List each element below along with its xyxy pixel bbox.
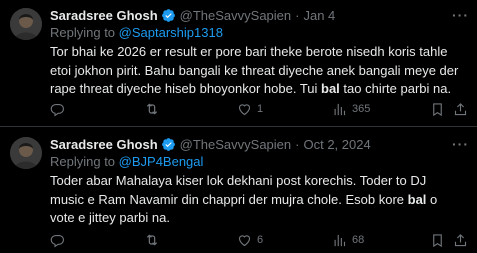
replying-to-label: Replying to xyxy=(50,25,119,40)
tweet-text-part: Toder abar Mahalaya kiser lok dekhani po… xyxy=(50,173,427,207)
heart-icon xyxy=(237,233,252,248)
bookmark-button[interactable] xyxy=(430,232,445,248)
like-button[interactable]: 1 xyxy=(237,101,263,117)
handle[interactable]: @TheSavvySapien xyxy=(180,137,291,152)
verified-badge-icon xyxy=(161,8,176,23)
views-icon xyxy=(332,233,347,248)
retweet-button[interactable] xyxy=(144,101,165,117)
share-icon xyxy=(453,102,468,117)
replying-to-label: Replying to xyxy=(50,154,119,169)
views-button[interactable]: 365 xyxy=(332,101,370,117)
display-name[interactable]: Saradsree Ghosh xyxy=(50,8,158,23)
verified-badge-icon xyxy=(161,137,176,152)
like-button[interactable]: 6 xyxy=(237,232,263,248)
tweet-header: Saradsree Ghosh @TheSavvySapien · Oct 2,… xyxy=(50,135,469,153)
retweet-icon xyxy=(144,101,160,117)
tweet-text-bold: bal xyxy=(407,191,427,207)
tweet[interactable]: Saradsree Ghosh @TheSavvySapien · Jan 4 … xyxy=(0,0,477,126)
bookmark-icon xyxy=(430,102,445,117)
tweet[interactable]: Saradsree Ghosh @TheSavvySapien · Oct 2,… xyxy=(0,126,477,253)
tweet-text: Toder abar Mahalaya kiser lok dekhani po… xyxy=(50,172,463,228)
more-horizontal-icon[interactable]: ··· xyxy=(452,135,469,153)
views-count: 68 xyxy=(352,234,365,246)
display-name[interactable]: Saradsree Ghosh xyxy=(50,137,158,152)
share-button[interactable] xyxy=(453,232,468,248)
reply-icon xyxy=(50,102,65,117)
replying-to: Replying to @Saptarship1318 xyxy=(50,25,467,40)
reply-icon xyxy=(50,233,65,248)
share-icon xyxy=(453,233,468,248)
bookmark-icon xyxy=(430,233,445,248)
tweet-text-part: tao chirte parbi na. xyxy=(339,81,452,96)
timestamp[interactable]: Oct 2, 2024 xyxy=(303,137,370,152)
bookmark-button[interactable] xyxy=(430,101,445,117)
replying-to-link[interactable]: @Saptarship1318 xyxy=(119,25,223,40)
avatar[interactable] xyxy=(10,137,42,169)
reply-button[interactable] xyxy=(50,232,70,248)
separator: · xyxy=(295,7,300,23)
views-icon xyxy=(332,102,347,117)
action-bar: 6 68 xyxy=(50,232,469,248)
retweet-button[interactable] xyxy=(144,232,165,248)
tweet-text-bold: bal xyxy=(321,81,340,96)
like-count: 1 xyxy=(257,103,264,115)
separator: · xyxy=(295,136,300,152)
views-button[interactable]: 68 xyxy=(332,232,364,248)
tweet-text: Tor bhai ke 2026 er result er pore bari … xyxy=(50,43,463,99)
replying-to-link[interactable]: @BJP4Bengal xyxy=(119,154,204,169)
like-count: 6 xyxy=(257,234,264,246)
replying-to: Replying to @BJP4Bengal xyxy=(50,154,467,169)
more-horizontal-icon[interactable]: ··· xyxy=(452,6,469,24)
reply-button[interactable] xyxy=(50,101,70,117)
share-button[interactable] xyxy=(453,101,468,117)
action-bar: 1 365 xyxy=(50,101,469,117)
avatar[interactable] xyxy=(10,8,42,40)
heart-icon xyxy=(237,102,252,117)
retweet-icon xyxy=(144,232,160,248)
handle[interactable]: @TheSavvySapien xyxy=(180,8,291,23)
timestamp[interactable]: Jan 4 xyxy=(303,8,335,23)
tweet-header: Saradsree Ghosh @TheSavvySapien · Jan 4 … xyxy=(50,6,469,24)
views-count: 365 xyxy=(352,103,371,115)
